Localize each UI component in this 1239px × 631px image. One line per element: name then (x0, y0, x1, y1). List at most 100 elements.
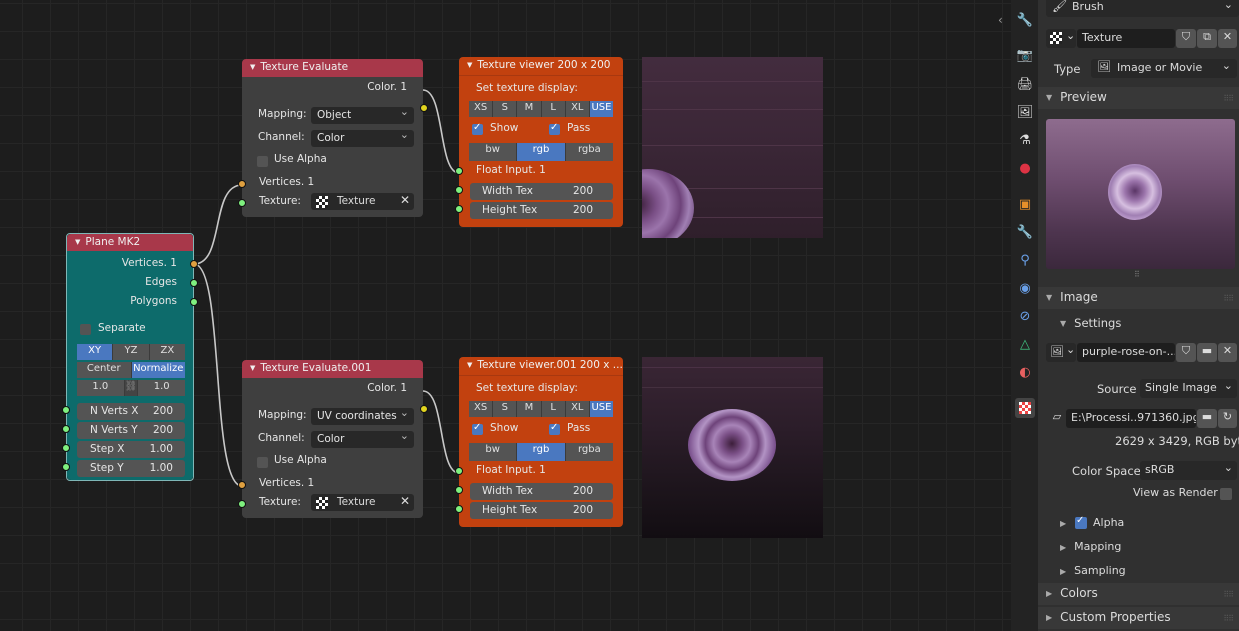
width-tex-field[interactable]: Width Tex 200 (470, 183, 613, 200)
material-icon[interactable]: ◐ (1015, 363, 1035, 383)
size-l[interactable]: L (541, 401, 566, 417)
size-xs[interactable]: XS (469, 401, 494, 417)
image-section-header[interactable]: ▼ Image ⠿⠿ (1038, 287, 1239, 309)
width-tex-socket[interactable] (455, 186, 463, 194)
open-folder-icon[interactable]: ▬ (1197, 343, 1217, 362)
size-s[interactable]: S (493, 401, 518, 417)
texture-name-field[interactable]: Texture (1077, 29, 1175, 48)
texture-viewer-001-node[interactable]: ▼ Texture viewer.001 200 x ... Set textur… (455, 357, 623, 527)
vertices-output-socket[interactable] (190, 260, 198, 268)
view-layer-icon[interactable]: 🖼 (1015, 103, 1035, 123)
width-tex-field[interactable]: Width Tex 200 (470, 483, 613, 500)
width-tex-socket[interactable] (455, 486, 463, 494)
edges-output-socket[interactable] (190, 279, 198, 287)
mode-rgba[interactable]: rgba (565, 443, 613, 461)
collapse-triangle-icon[interactable]: ▼ (467, 61, 472, 69)
collapse-triangle-icon[interactable]: ▼ (467, 361, 472, 369)
object-icon[interactable]: ▣ (1015, 195, 1035, 215)
mapping-dropdown[interactable]: UV coordinates (311, 408, 414, 425)
open-folder-icon[interactable]: ▬ (1197, 409, 1217, 428)
constraints-icon[interactable]: ⊘ (1015, 307, 1035, 327)
close-icon[interactable]: ✕ (400, 494, 410, 508)
fake-user-shield-icon[interactable]: ⛉ (1176, 343, 1196, 362)
mode-bw[interactable]: bw (469, 443, 518, 461)
size-b-field[interactable]: 1.0 (138, 380, 186, 396)
height-tex-socket[interactable] (455, 205, 463, 213)
mode-rgba[interactable]: rgba (565, 143, 613, 161)
step-y-field[interactable]: Step Y 1.00 (77, 460, 185, 477)
texture-selector[interactable]: Texture ✕ (311, 193, 414, 210)
close-icon[interactable]: ✕ (400, 193, 410, 207)
size-s[interactable]: S (493, 101, 518, 117)
size-use[interactable]: USE (589, 401, 614, 417)
collapse-triangle-icon[interactable]: ▼ (75, 238, 80, 246)
mapping-dropdown[interactable]: Object (311, 107, 414, 124)
mode-rgb[interactable]: rgb (517, 143, 566, 161)
normalize-button[interactable]: Normalize (131, 362, 185, 378)
mode-rgb[interactable]: rgb (517, 443, 566, 461)
scene-icon[interactable]: ⚗ (1015, 131, 1035, 151)
drag-handle-icon[interactable]: ⠿⠿ (1223, 94, 1234, 103)
height-tex-socket[interactable] (455, 505, 463, 513)
alpha-checkbox[interactable] (1075, 515, 1087, 529)
sampling-subpanel[interactable]: ▶ Sampling (1060, 564, 1126, 577)
drag-handle-icon[interactable]: ⠿⠿ (1223, 294, 1234, 303)
custom-properties-section-header[interactable]: ▶ Custom Properties ⠿⠿ (1038, 607, 1239, 629)
size-m[interactable]: M (517, 401, 542, 417)
fake-user-shield-icon[interactable]: ⛉ (1176, 29, 1196, 48)
texture-viewer-node[interactable]: ▼ Texture viewer 200 x 200 Set texture di… (455, 57, 623, 227)
nverts-x-field[interactable]: N Verts X 200 (77, 403, 185, 420)
settings-subpanel-header[interactable]: ▼ Settings (1060, 316, 1121, 330)
node-header[interactable]: ▼ Texture Evaluate (242, 59, 423, 77)
color-mode-selector[interactable]: bw rgb rgba (469, 443, 613, 461)
display-size-selector[interactable]: XS S M L XL USE (469, 101, 614, 117)
pack-file-icon[interactable]: ▱ (1046, 409, 1068, 428)
step-y-socket[interactable] (62, 463, 70, 471)
size-l[interactable]: L (541, 101, 566, 117)
display-size-selector[interactable]: XS S M L XL USE (469, 401, 614, 417)
preview-section-header[interactable]: ▼ Preview ⠿⠿ (1038, 87, 1239, 109)
output-icon[interactable]: 🖨 (1015, 75, 1035, 95)
node-editor[interactable]: ▼ Texture Evaluate Color. 1 Mapping: Obje… (0, 0, 1011, 631)
world-icon[interactable]: ● (1015, 159, 1035, 179)
step-x-socket[interactable] (62, 444, 70, 452)
physics-icon[interactable]: ◉ (1015, 279, 1035, 299)
sidebar-toggle-icon[interactable]: ‹ (998, 13, 1003, 27)
mode-bw[interactable]: bw (469, 143, 518, 161)
type-dropdown[interactable]: 🖼 Image or Movie ⌄ (1091, 59, 1237, 78)
data-icon[interactable]: △ (1015, 335, 1035, 355)
image-browse-button[interactable]: 🖼 ⌄ (1046, 343, 1076, 362)
texture-evaluate-node[interactable]: ▼ Texture Evaluate Color. 1 Mapping: Obje… (238, 59, 428, 217)
axis-zx[interactable]: ZX (149, 344, 185, 360)
brush-selector[interactable]: 🖌 Brush ⌄ (1046, 0, 1239, 17)
texture-tab-icon[interactable] (1015, 398, 1035, 418)
color-mode-selector[interactable]: bw rgb rgba (469, 143, 613, 161)
reload-icon[interactable]: ↻ (1218, 409, 1237, 428)
close-icon[interactable]: ✕ (1218, 29, 1237, 48)
tool-icon[interactable]: 🔧 (1015, 11, 1035, 31)
source-dropdown[interactable]: Single Image ⌄ (1140, 379, 1237, 398)
channel-dropdown[interactable]: Color (311, 431, 414, 448)
link-icon[interactable]: ⛓ (124, 380, 139, 396)
node-header[interactable]: ▼ Plane MK2 (67, 234, 193, 251)
size-a-field[interactable]: 1.0 (77, 380, 125, 396)
color-space-dropdown[interactable]: sRGB ⌄ (1140, 461, 1237, 480)
mapping-subpanel[interactable]: ▶ Mapping (1060, 540, 1121, 553)
height-tex-field[interactable]: Height Tex 200 (470, 502, 613, 519)
axis-yz[interactable]: YZ (113, 344, 150, 360)
nverts-y-field[interactable]: N Verts Y 200 (77, 422, 185, 439)
alpha-subpanel[interactable]: ▶ (1060, 516, 1074, 529)
step-x-field[interactable]: Step X 1.00 (77, 441, 185, 458)
node-header[interactable]: ▼ Texture viewer 200 x 200 (459, 57, 623, 75)
collapse-triangle-icon[interactable]: ▼ (250, 63, 255, 71)
center-button[interactable]: Center (77, 362, 132, 378)
particles-icon[interactable]: ⚲ (1015, 251, 1035, 271)
size-xs[interactable]: XS (469, 101, 494, 117)
filepath-field[interactable]: E:\Processi..971360.jpg (1066, 409, 1196, 428)
axis-xy[interactable]: XY (77, 344, 114, 360)
image-name-field[interactable]: purple-rose-on-... (1077, 343, 1175, 362)
size-xl[interactable]: XL (565, 101, 590, 117)
close-icon[interactable]: ✕ (1218, 343, 1237, 362)
duplicate-icon[interactable]: ⧉ (1197, 29, 1217, 48)
view-as-render-checkbox[interactable] (1220, 488, 1232, 500)
